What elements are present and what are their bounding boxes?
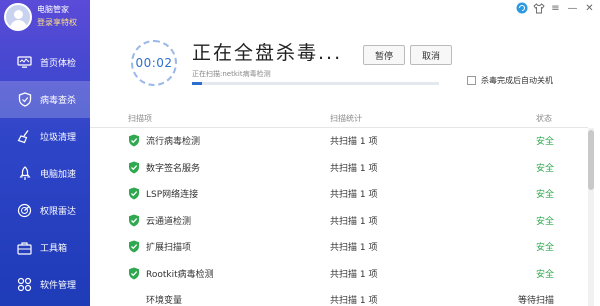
elapsed-time: 00:02 [135, 56, 173, 70]
scan-item-status: 安全 [536, 190, 555, 200]
sidebar-item-label: 电脑加速 [40, 170, 77, 180]
auto-shutdown-checkbox[interactable] [467, 76, 476, 85]
window-controls: ≡ — ✕ [515, 1, 596, 15]
apps-icon [16, 276, 33, 293]
auto-shutdown-label: 杀毒完成后自动关机 [481, 76, 553, 85]
table-row: 云通道检测 共扫描 1 项 安全 [90, 208, 588, 235]
scan-item-stat: 共扫描 1 项 [330, 296, 378, 306]
scan-timer: 00:02 [131, 40, 177, 86]
skin-icon[interactable] [532, 2, 545, 15]
scan-item-status: 安全 [536, 243, 555, 253]
user-profile: 电脑管家 登录享特权 [0, 0, 90, 34]
sidebar-item-software-manager[interactable]: 软件管理 [0, 266, 90, 303]
scan-item-name: Rootkit病毒检测 [146, 269, 214, 280]
toolbox-icon [16, 239, 33, 256]
shield-check-icon [128, 134, 140, 147]
sidebar-item-label: 工具箱 [40, 244, 68, 254]
pause-button[interactable]: 暂停 [363, 45, 405, 65]
minimize-icon[interactable]: — [566, 2, 579, 15]
sidebar-item-label: 软件管理 [40, 281, 77, 291]
scan-item-name: 扩展扫描项 [146, 243, 192, 253]
rocket-icon [16, 165, 33, 182]
scan-item-stat: 共扫描 1 项 [330, 216, 378, 227]
scan-item-status: 安全 [536, 216, 555, 227]
shield-icon [16, 91, 33, 108]
scrollbar-thumb[interactable] [588, 130, 594, 190]
column-header-item: 扫描项 [128, 114, 152, 123]
close-icon[interactable]: ✕ [583, 2, 596, 15]
sidebar-item-virus-scan[interactable]: 病毒查杀 [0, 81, 90, 118]
scan-table-body: 流行病毒检测 共扫描 1 项 安全 数字签名服务 共扫描 1 项 安全 LSP网… [90, 128, 588, 306]
table-scrollbar[interactable] [588, 128, 594, 306]
sidebar-nav: 首页体检 病毒查杀 垃圾清理 电脑加速 权限雷达 工具箱 软件管理 [0, 44, 90, 303]
scan-item-stat: 共扫描 1 项 [330, 243, 378, 253]
shield-check-icon [128, 161, 140, 174]
table-row: 环境变量 共扫描 1 项 等待扫描 [90, 287, 588, 306]
scan-progress-bar [192, 82, 439, 85]
sidebar-item-toolbox[interactable]: 工具箱 [0, 229, 90, 266]
table-row: Rootkit病毒检测 共扫描 1 项 安全 [90, 261, 588, 288]
column-header-stat: 扫描统计 [330, 114, 362, 123]
scan-item-stat: 共扫描 1 项 [330, 190, 378, 200]
sidebar-item-label: 首页体检 [40, 59, 77, 69]
sidebar-item-label: 权限雷达 [40, 207, 77, 217]
scan-progress-fill [192, 82, 202, 85]
scan-item-stat: 共扫描 1 项 [330, 269, 378, 280]
table-row: LSP网络连接 共扫描 1 项 安全 [90, 181, 588, 208]
shield-check-icon [128, 187, 140, 200]
sidebar-item-permission-radar[interactable]: 权限雷达 [0, 192, 90, 229]
scan-item-status: 安全 [536, 137, 555, 147]
radar-icon [16, 202, 33, 219]
avatar[interactable] [4, 3, 32, 31]
table-row: 扩展扫描项 共扫描 1 项 安全 [90, 234, 588, 261]
sidebar: 电脑管家 登录享特权 首页体检 病毒查杀 垃圾清理 电脑加速 权限雷达 工具箱 … [0, 0, 90, 306]
sidebar-item-label: 病毒查杀 [40, 96, 77, 106]
scan-item-name: 流行病毒检测 [146, 137, 201, 147]
scan-item-stat: 共扫描 1 项 [330, 163, 378, 174]
cancel-button[interactable]: 取消 [410, 45, 452, 65]
scan-item-name: 数字签名服务 [146, 163, 201, 174]
table-row: 数字签名服务 共扫描 1 项 安全 [90, 155, 588, 182]
sidebar-item-home-checkup[interactable]: 首页体检 [0, 44, 90, 81]
scan-item-status: 等待扫描 [518, 296, 555, 306]
shield-check-icon [128, 240, 140, 253]
user-name: 电脑管家 [37, 5, 69, 14]
sidebar-item-label: 垃圾清理 [40, 133, 77, 143]
scan-item-name: LSP网络连接 [146, 190, 199, 200]
current-scan-item: 正在扫描:netkit病毒检测 [192, 70, 271, 78]
scan-item-name: 云通道检测 [146, 216, 192, 227]
scan-item-stat: 共扫描 1 项 [330, 137, 378, 147]
shield-check-icon [128, 214, 140, 227]
scan-title: 正在全盘杀毒... [192, 42, 343, 64]
scan-table-header: 扫描项 扫描统计 状态 [90, 108, 588, 128]
broom-icon [16, 128, 33, 145]
sidebar-item-speedup[interactable]: 电脑加速 [0, 155, 90, 192]
refresh-badge-icon[interactable] [515, 2, 528, 15]
shield-check-icon [128, 267, 140, 280]
auto-shutdown-option[interactable]: 杀毒完成后自动关机 [467, 75, 553, 86]
scan-item-status: 安全 [536, 163, 555, 174]
scan-item-status: 安全 [536, 269, 555, 280]
sidebar-item-junk-cleanup[interactable]: 垃圾清理 [0, 118, 90, 155]
login-privilege-link[interactable]: 登录享特权 [37, 17, 77, 28]
monitor-icon [16, 54, 33, 71]
table-row: 流行病毒检测 共扫描 1 项 安全 [90, 128, 588, 155]
column-header-status: 状态 [536, 114, 552, 123]
menu-icon[interactable]: ≡ [549, 2, 562, 15]
scan-item-name: 环境变量 [146, 296, 183, 306]
